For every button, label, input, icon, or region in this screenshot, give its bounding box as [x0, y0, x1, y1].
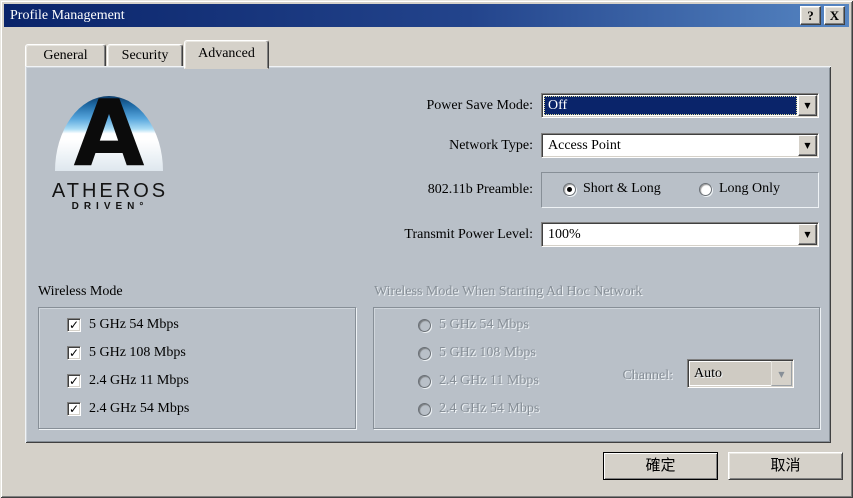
network-type-label: Network Type: [449, 138, 533, 153]
ok-button-label: 確定 [645, 457, 676, 474]
adhoc-5ghz54-label: 5 GHz 54 Mbps [439, 317, 529, 333]
profile-management-dialog: Profile Management ? X General Security … [0, 0, 853, 498]
adhoc-5ghz108-radio [418, 346, 431, 360]
help-icon: ? [807, 8, 814, 23]
window-title: Profile Management [10, 8, 125, 23]
tab-general-label: General [43, 48, 88, 63]
ok-button[interactable]: 確定 [603, 452, 718, 480]
transmit-power-level-value: 100% [548, 227, 581, 242]
checkmark-icon: ✓ [68, 346, 80, 361]
tab-advanced-label: Advanced [198, 46, 255, 61]
transmit-power-level-combobox[interactable]: 100% ▼ [541, 222, 819, 247]
wireless-mode-24ghz11-checkbox[interactable]: ✓ [67, 374, 81, 389]
checkmark-icon: ✓ [68, 402, 80, 417]
cancel-button[interactable]: 取消 [728, 452, 843, 480]
transmit-power-level-dropdown-button[interactable]: ▼ [798, 224, 817, 245]
preamble-long-only-label: Long Only [719, 181, 781, 196]
wireless-mode-5ghz54-label: 5 GHz 54 Mbps [89, 317, 179, 333]
power-save-mode-combobox[interactable]: Off ▼ [541, 93, 819, 118]
dropdown-arrow-icon: ▼ [804, 230, 811, 239]
channel-combobox: Auto ▼ [687, 359, 794, 388]
dropdown-arrow-icon: ▼ [804, 101, 811, 110]
wireless-mode-5ghz108-label: 5 GHz 108 Mbps [89, 345, 186, 361]
atheros-brand-text: ATHEROS [51, 180, 169, 202]
wireless-mode-5ghz54-checkbox[interactable]: ✓ [67, 318, 81, 333]
wireless-mode-24ghz11-label: 2.4 GHz 11 Mbps [89, 373, 189, 389]
adhoc-24ghz54-label: 2.4 GHz 54 Mbps [439, 401, 540, 417]
adhoc-row: 2.4 GHz 54 Mbps [418, 400, 539, 418]
channel-dropdown-button: ▼ [771, 361, 792, 386]
power-save-mode-dropdown-button[interactable]: ▼ [798, 95, 817, 116]
preamble-groupbox: Short & Long Long Only [541, 172, 819, 208]
preamble-label: 802.11b Preamble: [427, 182, 533, 197]
preamble-long-only-radio[interactable] [699, 183, 712, 196]
tab-general[interactable]: General [25, 44, 106, 67]
channel-value: Auto [690, 362, 772, 385]
help-button[interactable]: ? [800, 6, 821, 25]
adhoc-group-title: Wireless Mode When Starting Ad Hoc Netwo… [374, 284, 643, 299]
network-type-dropdown-button[interactable]: ▼ [798, 135, 817, 156]
atheros-logo-a-icon: A [73, 80, 145, 187]
tab-advanced[interactable]: Advanced [184, 40, 269, 69]
atheros-tagline-text: DRIVEN° [71, 201, 149, 212]
preamble-short-long-radio[interactable] [563, 183, 576, 196]
adhoc-24ghz54-radio [418, 402, 431, 416]
wireless-mode-24ghz54-label: 2.4 GHz 54 Mbps [89, 401, 190, 417]
network-type-value: Access Point [548, 138, 621, 153]
titlebar[interactable]: Profile Management [4, 4, 849, 27]
wireless-mode-row: ✓ 2.4 GHz 54 Mbps [67, 400, 189, 418]
wireless-mode-groupbox: ✓ 5 GHz 54 Mbps ✓ 5 GHz 108 Mbps ✓ 2.4 GHz … [38, 307, 356, 429]
wireless-mode-row: ✓ 2.4 GHz 11 Mbps [67, 372, 189, 390]
close-button[interactable]: X [824, 6, 845, 25]
power-save-mode-label: Power Save Mode: [426, 98, 533, 113]
power-save-mode-value: Off [544, 96, 797, 115]
cancel-button-label: 取消 [770, 457, 801, 474]
adhoc-row: 5 GHz 54 Mbps [418, 316, 529, 334]
adhoc-24ghz11-radio [418, 374, 431, 388]
wireless-mode-row: ✓ 5 GHz 108 Mbps [67, 344, 186, 362]
tab-security[interactable]: Security [107, 44, 183, 67]
adhoc-24ghz11-label: 2.4 GHz 11 Mbps [439, 373, 539, 389]
preamble-short-long-label: Short & Long [583, 181, 661, 196]
close-icon: X [829, 8, 840, 23]
adhoc-5ghz54-radio [418, 318, 431, 332]
wireless-mode-24ghz54-checkbox[interactable]: ✓ [67, 402, 81, 417]
adhoc-row: 5 GHz 108 Mbps [418, 344, 536, 362]
adhoc-5ghz108-label: 5 GHz 108 Mbps [439, 345, 536, 361]
adhoc-row: 2.4 GHz 11 Mbps [418, 372, 539, 390]
dropdown-arrow-icon: ▼ [778, 370, 785, 379]
network-type-combobox[interactable]: Access Point ▼ [541, 133, 819, 158]
wireless-mode-title: Wireless Mode [38, 284, 123, 299]
tab-security-label: Security [121, 48, 169, 63]
checkmark-icon: ✓ [68, 318, 80, 333]
wireless-mode-row: ✓ 5 GHz 54 Mbps [67, 316, 179, 334]
checkmark-icon: ✓ [68, 374, 80, 389]
channel-label: Channel: [622, 368, 673, 383]
adhoc-groupbox: 5 GHz 54 Mbps 5 GHz 108 Mbps 2.4 GHz 11 … [373, 307, 820, 429]
wireless-mode-5ghz108-checkbox[interactable]: ✓ [67, 346, 81, 361]
transmit-power-level-label: Transmit Power Level: [404, 227, 533, 242]
dropdown-arrow-icon: ▼ [804, 141, 811, 150]
